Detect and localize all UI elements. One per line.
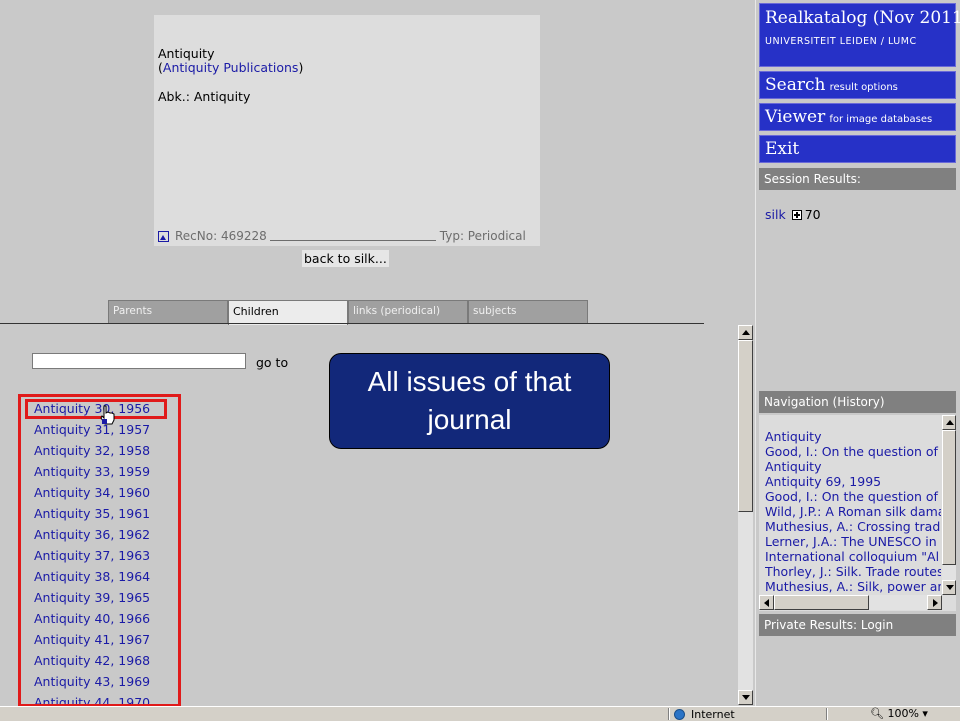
history-scroll-thumb[interactable] [942, 430, 956, 565]
record-title: Antiquity [158, 46, 215, 61]
history-item[interactable]: Thorley, J.: Silk. Trade routes [765, 564, 941, 579]
highlight-row-frame [25, 399, 167, 419]
main-content: Antiquity (Antiquity Publications) Abk.:… [0, 0, 755, 720]
expand-plus-icon[interactable] [791, 209, 802, 220]
zoom-icon: 🔍︎ [870, 707, 884, 720]
viewer-label: Viewer [765, 107, 826, 127]
scroll-up-button[interactable] [738, 325, 753, 340]
exit-label: Exit [765, 139, 800, 159]
record-type: Typ: Periodical [439, 229, 526, 243]
globe-icon [674, 708, 685, 720]
tab-divider [0, 323, 704, 324]
history-item[interactable]: Antiquity [765, 459, 821, 474]
status-separator [826, 708, 828, 720]
goto-input[interactable] [32, 353, 246, 369]
tab-children[interactable]: Children [228, 300, 348, 325]
app-title: Realkatalog (Nov 2011) [765, 8, 960, 28]
record-abbreviation: Abk.: Antiquity [158, 89, 251, 104]
history-item[interactable]: Antiquity [765, 429, 821, 444]
session-silk-count: 70 [804, 207, 821, 222]
zoom-control[interactable]: 🔍︎ 100% ▾ [870, 707, 928, 720]
history-scroll-left-button[interactable] [759, 595, 774, 610]
callout-bubble: All issues of that journal [329, 353, 610, 449]
history-item[interactable]: Wild, J.P.: A Roman silk damask [765, 504, 941, 519]
status-separator [668, 708, 670, 720]
footer-divider [269, 231, 436, 241]
history-scroll-right-button[interactable] [927, 595, 942, 610]
scroll-down-button[interactable] [738, 690, 753, 705]
paren-close: ) [298, 60, 304, 75]
app-subtitle: UNIVERSITEIT LEIDEN / LUMC [765, 36, 917, 47]
history-item[interactable]: Lerner, J.A.: The UNESCO in [765, 534, 937, 549]
zoom-level: 100% [887, 707, 919, 720]
record-footer: RecNo: 469228 Typ: Periodical [158, 229, 536, 243]
status-zone: Internet [674, 707, 735, 721]
history-list: Antiquity Good, I.: On the question of A… [765, 429, 941, 593]
publisher-link[interactable]: Antiquity Publications [163, 60, 299, 75]
image-icon[interactable] [158, 230, 169, 242]
history-item[interactable]: Muthesius, A.: Silk, power and [765, 579, 941, 593]
highlight-frame [18, 394, 181, 707]
history-hscroll-thumb[interactable] [774, 595, 869, 610]
scroll-thumb[interactable] [738, 340, 753, 512]
record-card: Antiquity (Antiquity Publications) Abk.:… [154, 15, 540, 246]
sidebar: Realkatalog (Nov 2011) UNIVERSITEIT LEID… [755, 0, 960, 706]
search-sublabel: result options [829, 82, 898, 93]
history-pane: Antiquity Good, I.: On the question of A… [759, 415, 956, 611]
session-silk-link[interactable]: silk [765, 207, 786, 222]
hand-cursor-icon [100, 405, 115, 425]
history-horizontal-scrollbar[interactable] [759, 595, 942, 610]
search-menu-button[interactable]: Search result options [759, 71, 956, 99]
tab-links-periodical[interactable]: links (periodical) [348, 300, 468, 324]
history-item[interactable]: Good, I.: On the question of [765, 489, 938, 504]
record-title-block: Antiquity (Antiquity Publications) [158, 47, 303, 75]
history-scroll-down-button[interactable] [942, 580, 956, 595]
history-vertical-scrollbar[interactable] [942, 415, 956, 595]
app-title-box: Realkatalog (Nov 2011) UNIVERSITEIT LEID… [759, 3, 960, 67]
goto-button[interactable]: go to [256, 355, 288, 370]
session-results-header: Session Results: [759, 168, 956, 190]
navigation-history-header: Navigation (History) [759, 391, 956, 413]
exit-menu-button[interactable]: Exit [759, 135, 956, 163]
search-label: Search [765, 75, 826, 95]
tab-subjects[interactable]: subjects [468, 300, 588, 324]
history-item[interactable]: International colloquium "Al [765, 549, 939, 564]
history-scroll-up-button[interactable] [942, 415, 956, 430]
main-scrollbar[interactable] [738, 325, 753, 705]
status-bar: Internet 🔍︎ 100% ▾ [0, 706, 960, 721]
viewer-menu-button[interactable]: Viewer for image databases [759, 103, 956, 131]
tab-parents[interactable]: Parents [108, 300, 228, 324]
history-item[interactable]: Antiquity 69, 1995 [765, 474, 881, 489]
back-to-silk-button[interactable]: back to silk... [302, 250, 389, 267]
session-result-item: silk 70 [765, 207, 821, 222]
record-number: RecNo: 469228 [175, 229, 267, 243]
history-item[interactable]: Good, I.: On the question of [765, 444, 938, 459]
history-item[interactable]: Muthesius, A.: Crossing traditions [765, 519, 941, 534]
status-zone-label: Internet [691, 707, 735, 721]
viewer-sublabel: for image databases [829, 114, 933, 125]
record-publisher-line: (Antiquity Publications) [158, 61, 303, 75]
chevron-down-icon[interactable]: ▾ [922, 707, 928, 720]
private-results-header[interactable]: Private Results: Login [759, 614, 956, 636]
